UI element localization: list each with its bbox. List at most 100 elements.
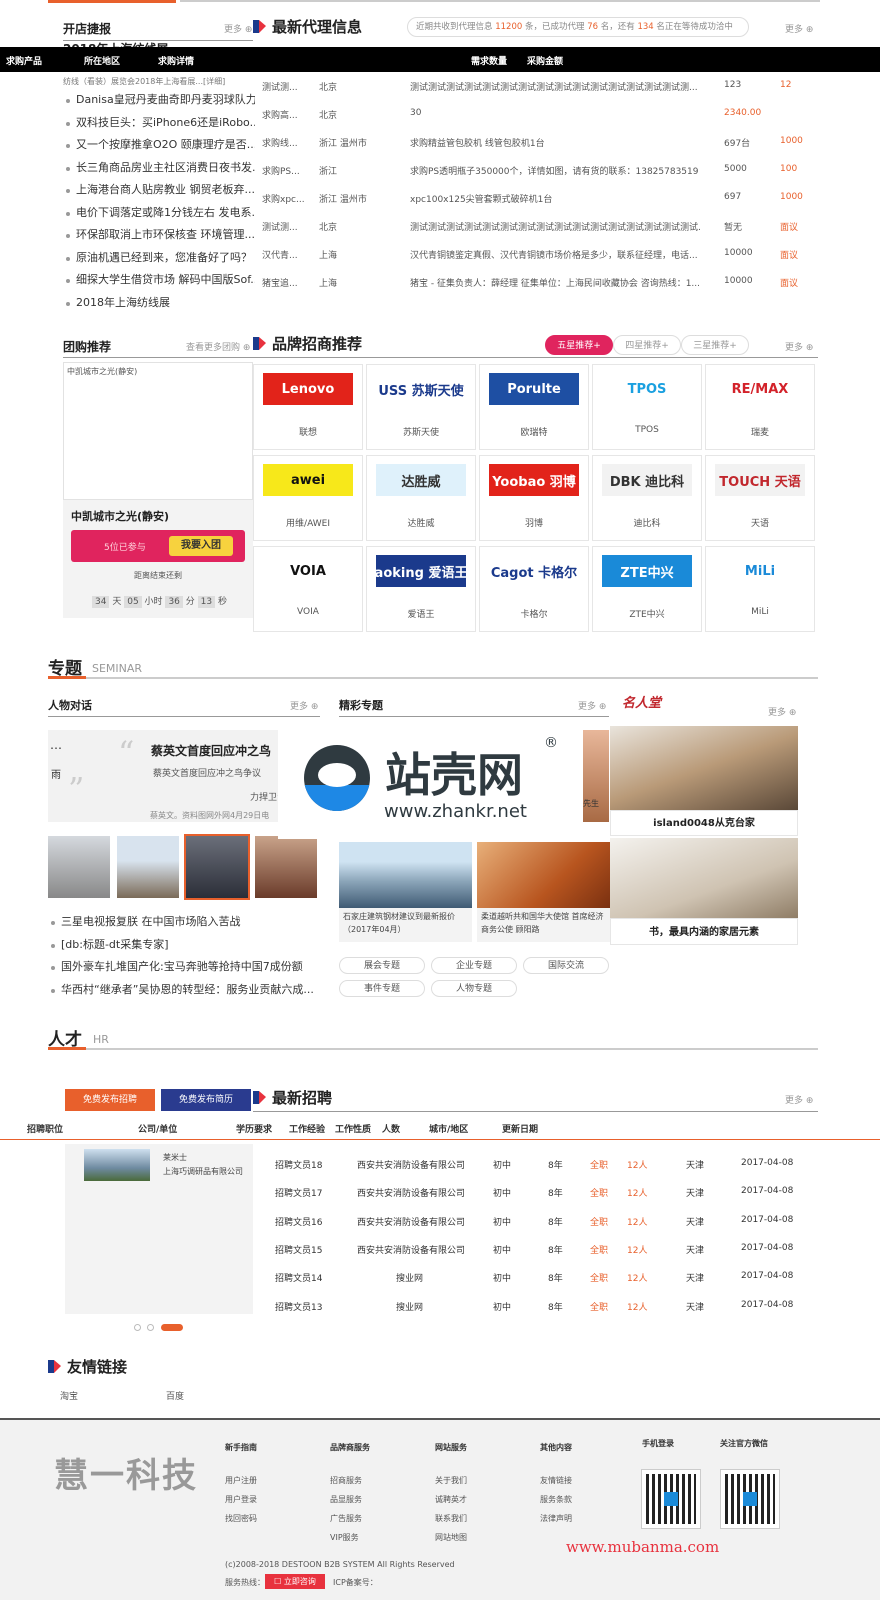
footer-link[interactable]: 服务条款 xyxy=(540,1490,572,1509)
brand-card[interactable]: Lenovo 联想 xyxy=(253,364,363,450)
post-resume-button[interactable]: 免费发布简历 xyxy=(161,1089,251,1111)
tab-five-star[interactable]: 五星推荐+ xyxy=(545,335,613,355)
feature-photo-2[interactable] xyxy=(477,842,610,908)
feature-side-photo[interactable]: 先生 xyxy=(583,730,609,822)
store-news-sub[interactable]: 纺线（看装）展览会2018年上海看展...[详细] xyxy=(63,76,253,87)
featured-company[interactable]: 莱米士 xyxy=(163,1152,187,1163)
dialog-thumb-3[interactable] xyxy=(184,834,250,900)
group-buy-more[interactable]: 查看更多团购 ⊕ xyxy=(186,340,250,353)
table-row[interactable]: 招聘文员13 搜业网 初中 8年 全职 12人 天津 2017-04-08 xyxy=(275,1292,820,1320)
brand-card[interactable]: Yoobao 羽博 羽博 xyxy=(479,455,589,541)
brand-card[interactable]: awei 用维/AWEI xyxy=(253,455,363,541)
join-group-button[interactable]: 我要入团 xyxy=(169,536,233,556)
footer-link[interactable]: 联系我们 xyxy=(435,1509,467,1528)
list-item[interactable]: 环保部取消上市环保核查 环境管理... xyxy=(63,224,255,247)
feature-more[interactable]: 更多 ⊕ xyxy=(578,699,606,712)
hr-more[interactable]: 更多 ⊕ xyxy=(785,1093,813,1106)
table-row[interactable]: 猪宝追... 上海 猪宝 - 征集负责人：薛经理 征集单位：上海民间收藏协会 咨询热… xyxy=(262,268,817,296)
list-item[interactable]: 三星电视报复朕 在中国市场陷入苦战 xyxy=(48,911,320,934)
dialog-thumb-1[interactable] xyxy=(48,836,110,898)
footer-link[interactable]: 法律声明 xyxy=(540,1509,572,1528)
tag-expo[interactable]: 展会专题 xyxy=(339,957,425,974)
table-row[interactable]: 测试测... 北京 测试测试测试测试测试测试测试测试测试测试测试测试测试测试测试测试… xyxy=(262,212,817,240)
brand-card[interactable]: 达胜威 达胜威 xyxy=(366,455,476,541)
tag-enterprise[interactable]: 企业专题 xyxy=(431,957,517,974)
tag-event[interactable]: 事件专题 xyxy=(339,980,425,997)
carousel-dot-active[interactable] xyxy=(161,1324,183,1331)
table-row[interactable]: 求购xpc... 浙江 温州市 xpc100x125尖管套颗式破碎机1台 697 100… xyxy=(262,184,817,212)
list-item[interactable]: 细探大学生借贷市场 解码中国版Sof... xyxy=(63,269,255,292)
post-job-button[interactable]: 免费发布招聘 xyxy=(65,1089,155,1111)
table-row[interactable]: 汉代青... 上海 汉代青铜镜鉴定真假、汉代青铜镜市场价格是多少，联系征经理，电话.… xyxy=(262,240,817,268)
brand-card[interactable]: RE/MAX 瑞麦 xyxy=(705,364,815,450)
list-item[interactable]: 电价下调落定或降1分钱左右 发电系... xyxy=(63,202,255,225)
footer-link[interactable]: 招商服务 xyxy=(330,1471,370,1490)
link-taobao[interactable]: 淘宝 xyxy=(60,1389,78,1402)
list-item[interactable]: 长三角商品房业主社区消费日夜书发... xyxy=(63,157,255,180)
brands-more[interactable]: 更多 ⊕ xyxy=(785,340,813,353)
brand-card[interactable]: aoking 爱语王 爱语王 xyxy=(366,546,476,632)
list-item[interactable]: 又一个按摩推拿O2O 颐康理疗是否... xyxy=(63,134,255,157)
agency-more[interactable]: 更多 ⊕ xyxy=(785,22,813,35)
brand-card[interactable]: ZTE中兴 ZTE中兴 xyxy=(592,546,702,632)
dialog-more[interactable]: 更多 ⊕ xyxy=(290,699,318,712)
tab-four-star[interactable]: 四星推荐+ xyxy=(613,335,681,355)
mobile-qr-icon[interactable] xyxy=(641,1469,701,1529)
brand-card[interactable]: USS 苏斯天使 苏斯天使 xyxy=(366,364,476,450)
group-buy-name[interactable]: 中凯城市之光(静安) xyxy=(71,508,169,524)
table-row[interactable]: 求购PS... 浙江 求购PS透明瓶子350000个，详情如图，请有货的联系：138… xyxy=(262,156,817,184)
brand-card[interactable]: TOUCH 天语 天语 xyxy=(705,455,815,541)
brand-card[interactable]: DBK 迪比科 迪比科 xyxy=(592,455,702,541)
footer-link[interactable]: VIP服务 xyxy=(330,1528,370,1547)
dialog-thumb-4[interactable] xyxy=(255,836,317,898)
table-row[interactable]: 招聘文员15 西安共安消防设备有限公司 初中 8年 全职 12人 天津 2017-04-08 xyxy=(275,1235,820,1263)
footer-link[interactable]: 友情链接 xyxy=(540,1471,572,1490)
list-item[interactable]: 上海港台商人贴房教业 钢贸老板弃... xyxy=(63,179,255,202)
footer-link[interactable]: 诚聘英才 xyxy=(435,1490,467,1509)
carousel-dot-2[interactable] xyxy=(147,1324,154,1331)
footer-link[interactable]: 用户注册 xyxy=(225,1471,257,1490)
list-item[interactable]: 华西村“继承者”吴协恩的转型经：服务业贡献六成... xyxy=(48,979,320,1002)
brand-card[interactable]: MiLi MiLi xyxy=(705,546,815,632)
tag-people[interactable]: 人物专题 xyxy=(431,980,517,997)
group-buy-image[interactable]: 中凯城市之光(静安) xyxy=(63,362,253,500)
celebrity-photo-2[interactable] xyxy=(610,838,798,918)
feature-card-1[interactable]: 石家庄建筑钢材建议到最新报价（2017年04月） xyxy=(339,908,472,942)
list-item[interactable]: 2018年上海纺线展 xyxy=(63,292,255,315)
table-row[interactable]: 测试测... 北京 测试测试测试测试测试测试测试测试测试测试测试测试测试测试测试测.… xyxy=(262,72,817,100)
table-row[interactable]: 招聘文员18 西安共安消防设备有限公司 初中 8年 全职 12人 天津 2017-04-08 xyxy=(275,1150,820,1178)
list-item[interactable]: 国外豪车扎堆国产化:宝马奔驰等抢持中国7成份额 xyxy=(48,956,320,979)
footer-link[interactable]: 广告服务 xyxy=(330,1509,370,1528)
list-item[interactable]: [db:标题-dt采集专家] xyxy=(48,934,320,957)
link-baidu[interactable]: 百度 xyxy=(166,1389,184,1402)
footer-link[interactable]: 找回密码 xyxy=(225,1509,257,1528)
celebrity-item-1[interactable]: island0048从克台家 xyxy=(610,810,798,836)
footer-link[interactable]: 用户登录 xyxy=(225,1490,257,1509)
table-row[interactable]: 求购高... 北京 30 2340.00 xyxy=(262,100,817,128)
footer-link[interactable]: 关于我们 xyxy=(435,1471,467,1490)
table-row[interactable]: 求购线... 浙江 温州市 求购精益管包胶机 线管包胶机1台 697台 1000 xyxy=(262,128,817,156)
featured-company-photo[interactable] xyxy=(84,1149,150,1181)
list-item[interactable]: 原油机遇已经到来，您准备好了吗？ xyxy=(63,247,255,270)
dialog-thumb-2[interactable] xyxy=(117,836,179,898)
footer-link[interactable]: 品显服务 xyxy=(330,1490,370,1509)
tag-international[interactable]: 国际交流 xyxy=(523,957,609,974)
brand-card[interactable]: VOIA VOIA xyxy=(253,546,363,632)
celebrity-more[interactable]: 更多 ⊕ xyxy=(768,705,796,718)
celebrity-item-2[interactable]: 书，最具内涵的家居元素 xyxy=(610,918,798,945)
table-row[interactable]: 招聘文员17 西安共安消防设备有限公司 初中 8年 全职 12人 天津 2017-04-08 xyxy=(275,1178,820,1206)
list-item[interactable]: Danisa皇冠丹麦曲奇即丹麦羽球队力... xyxy=(63,89,255,112)
list-item[interactable]: 双科技巨头：买iPhone6还是iRobo... xyxy=(63,112,255,135)
brand-card[interactable]: Cagot 卡格尔 卡格尔 xyxy=(479,546,589,632)
wechat-qr-icon[interactable] xyxy=(720,1469,780,1529)
store-news-more[interactable]: 更多 ⊕ xyxy=(224,22,252,35)
carousel-dot-1[interactable] xyxy=(134,1324,141,1331)
tab-three-star[interactable]: 三星推荐+ xyxy=(681,335,749,355)
footer-link[interactable]: 网站地图 xyxy=(435,1528,467,1547)
table-row[interactable]: 招聘文员16 西安共安消防设备有限公司 初中 8年 全职 12人 天津 2017-04-08 xyxy=(275,1207,820,1235)
celebrity-photo-1[interactable] xyxy=(610,726,798,810)
feature-card-2[interactable]: 柔道越听共和国华大使馆 首席经济商务公使 顾阳路 xyxy=(477,908,610,942)
consult-button[interactable]: ☐ 立即咨询 xyxy=(265,1574,325,1589)
feature-photo-1[interactable] xyxy=(339,842,472,908)
table-row[interactable]: 招聘文员14 搜业网 初中 8年 全职 12人 天津 2017-04-08 xyxy=(275,1263,820,1291)
